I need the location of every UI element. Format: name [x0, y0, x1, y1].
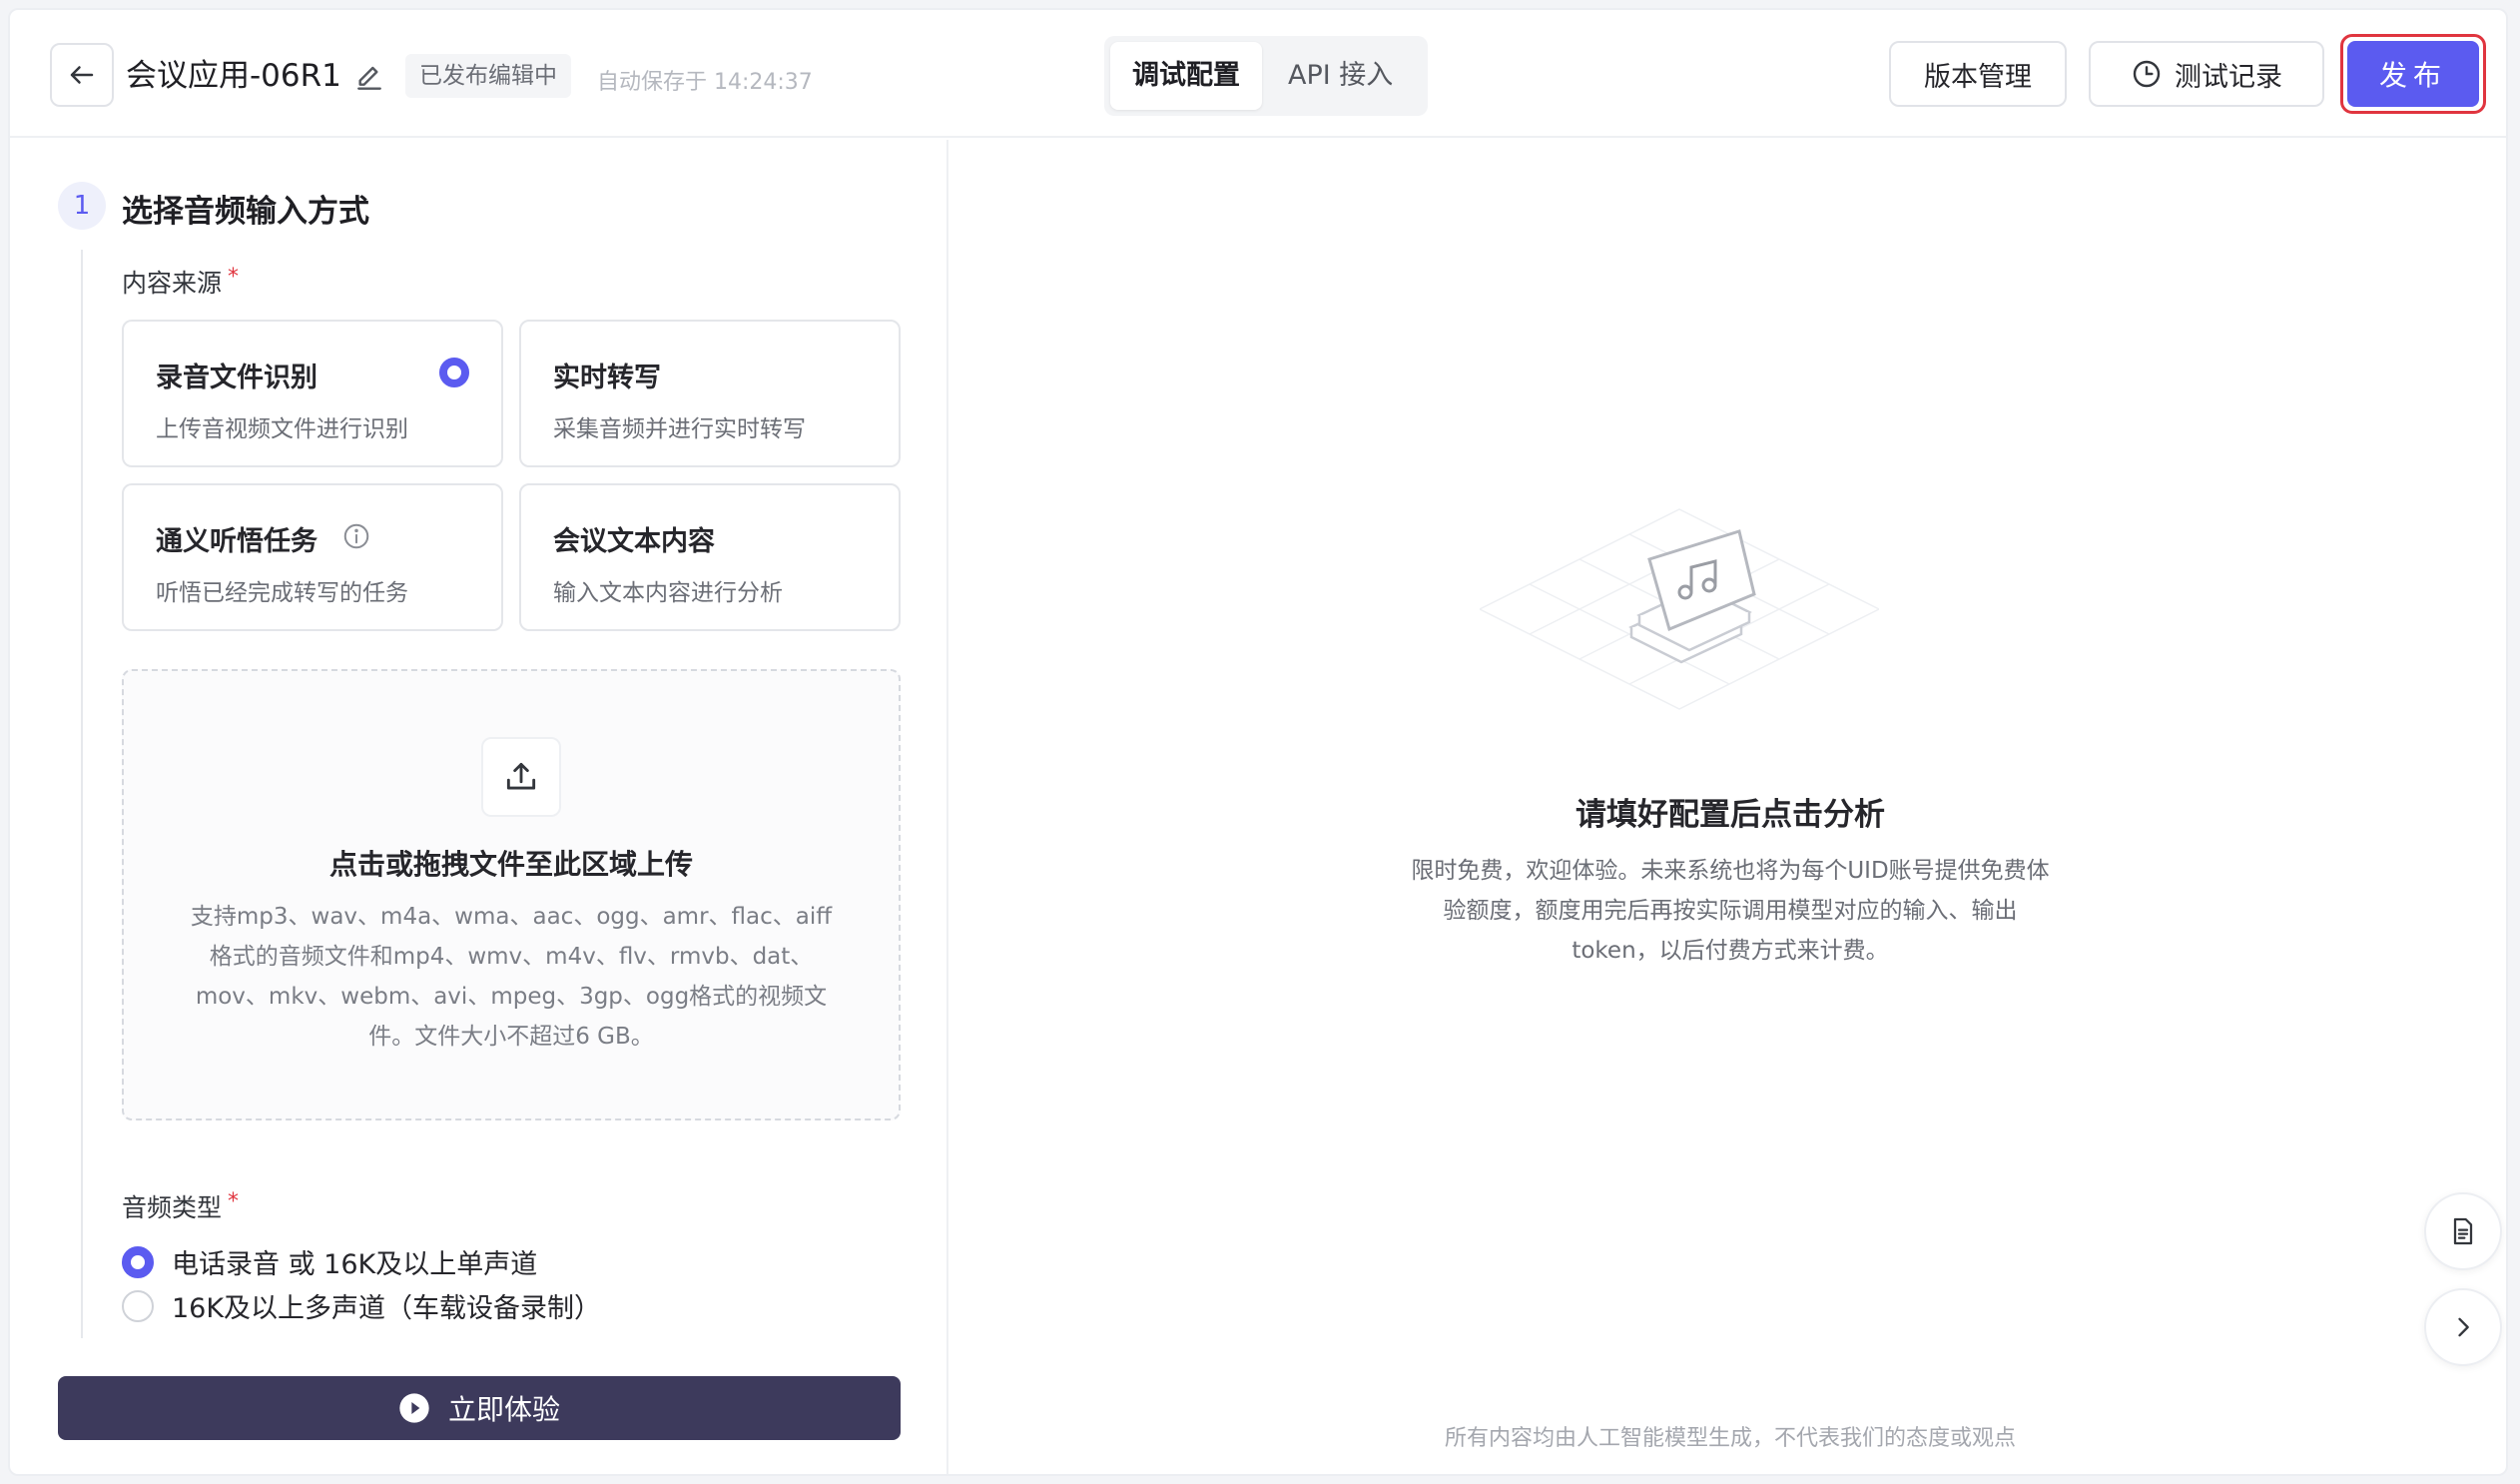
empty-state-title: 请填好配置后点击分析 — [1575, 797, 1885, 833]
source-card-title: 实时转写 — [553, 363, 661, 393]
required-mark: * — [228, 265, 240, 290]
publish-highlight: 发布 — [2340, 34, 2486, 114]
step-title: 选择音频输入方式 — [122, 194, 369, 230]
audio-type-label-text: 音频类型 — [122, 1193, 223, 1222]
test-records-label: 测试记录 — [2175, 61, 2282, 93]
try-now-label: 立即体验 — [447, 1393, 560, 1426]
upload-icon-box — [481, 737, 561, 817]
upload-dropzone[interactable]: 点击或拖拽文件至此区域上传 支持mp3、wav、m4a、wma、aac、ogg、… — [122, 669, 901, 1120]
empty-state-desc: 限时免费，欢迎体验。未来系统也将为每个UID账号提供免费体验额度，额度用完后再按… — [1411, 858, 2050, 964]
tab-debug-config[interactable]: 调试配置 — [1110, 42, 1262, 110]
audio-type-option-label: 电话录音 或 16K及以上单声道 — [172, 1249, 538, 1280]
source-card-realtime[interactable]: 实时转写 采集音频并进行实时转写 — [519, 320, 901, 467]
audio-type-option-multichannel[interactable]: 16K及以上多声道（车载设备录制） — [122, 1286, 601, 1325]
audio-type-option-mono[interactable]: 电话录音 或 16K及以上单声道 — [122, 1242, 537, 1281]
source-card-recording[interactable]: 录音文件识别 上传音视频文件进行识别 — [122, 320, 503, 467]
radio-unselected[interactable] — [122, 1289, 154, 1322]
ai-disclaimer: 所有内容均由人工智能模型生成，不代表我们的态度或观点 — [1444, 1426, 2016, 1451]
source-radio-selected[interactable] — [439, 358, 469, 387]
source-card-title: 会议文本内容 — [553, 526, 715, 557]
autosave-status: 自动保存于 14:24:37 — [597, 70, 813, 95]
source-card-desc: 上传音视频文件进行识别 — [156, 416, 408, 442]
header: 会议应用-06R1 已发布编辑中 自动保存于 14:24:37 调试配置 API… — [10, 10, 2506, 138]
content-source-label: 内容来源 * — [122, 264, 239, 300]
expand-button[interactable] — [2424, 1288, 2502, 1366]
upload-desc: 支持mp3、wav、m4a、wma、aac、ogg、amr、flac、aiff格… — [190, 904, 833, 1050]
audio-type-option-label: 16K及以上多声道（车载设备录制） — [172, 1293, 602, 1324]
config-panel: 1 选择音频输入方式 内容来源 * 录音文件识别 上传音视频文件进行识别 实时转写… — [10, 140, 948, 1474]
source-card-meeting-text[interactable]: 会议文本内容 输入文本内容进行分析 — [519, 483, 901, 631]
version-management-label: 版本管理 — [1924, 61, 2032, 93]
pencil-icon[interactable] — [353, 62, 385, 94]
step-connector — [81, 250, 83, 1338]
step-number: 1 — [58, 182, 106, 230]
chevron-right-icon — [2458, 1317, 2469, 1337]
test-records-button[interactable]: 测试记录 — [2089, 41, 2324, 107]
info-icon[interactable] — [341, 521, 371, 551]
app-title: 会议应用-06R1 — [126, 58, 341, 94]
version-management-button[interactable]: 版本管理 — [1889, 41, 2067, 107]
source-card-tingwu-task[interactable]: 通义听悟任务 听悟已经完成转写的任务 — [122, 483, 503, 631]
source-card-title: 录音文件识别 — [156, 363, 317, 393]
clock-icon — [2133, 60, 2161, 88]
play-circle-icon — [399, 1393, 429, 1423]
back-button[interactable] — [50, 43, 114, 107]
result-panel: 请填好配置后点击分析 限时免费，欢迎体验。未来系统也将为每个UID账号提供免费体… — [950, 140, 2506, 1474]
source-card-desc: 听悟已经完成转写的任务 — [156, 580, 408, 606]
document-button[interactable] — [2424, 1192, 2502, 1270]
mode-tabs: 调试配置 API 接入 — [1104, 36, 1428, 116]
upload-icon — [506, 762, 536, 790]
audio-type-label: 音频类型 * — [122, 1188, 239, 1224]
source-card-desc: 输入文本内容进行分析 — [553, 580, 783, 606]
app-window: 会议应用-06R1 已发布编辑中 自动保存于 14:24:37 调试配置 API… — [8, 8, 2508, 1476]
content-source-label-text: 内容来源 — [122, 269, 223, 298]
upload-title: 点击或拖拽文件至此区域上传 — [328, 848, 693, 881]
publish-button[interactable]: 发布 — [2347, 41, 2479, 107]
source-card-title: 通义听悟任务 — [156, 526, 317, 557]
music-file-stack-icon — [1480, 508, 1879, 710]
required-mark: * — [228, 1189, 240, 1214]
source-card-desc: 采集音频并进行实时转写 — [553, 416, 806, 442]
try-now-button[interactable]: 立即体验 — [58, 1376, 901, 1440]
document-icon — [2453, 1217, 2473, 1245]
radio-selected[interactable] — [122, 1245, 154, 1278]
status-badge: 已发布编辑中 — [405, 54, 571, 98]
tab-api-access[interactable]: API 接入 — [1266, 42, 1415, 110]
arrow-left-icon — [70, 66, 94, 84]
